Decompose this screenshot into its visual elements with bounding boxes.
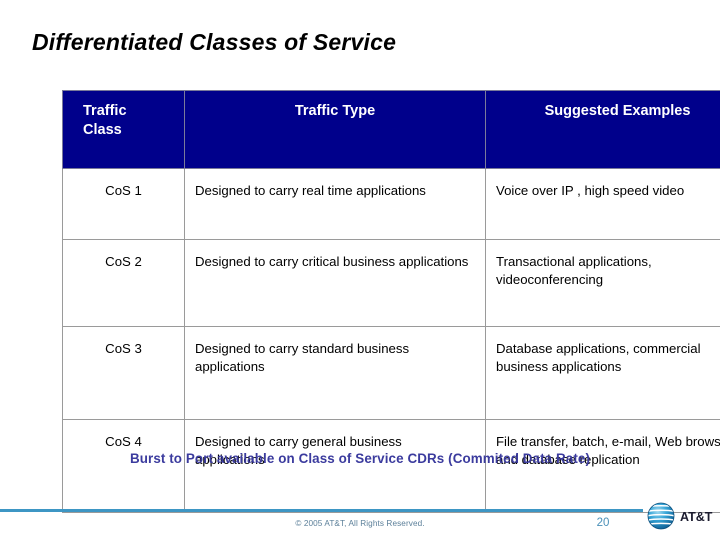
att-globe-icon bbox=[647, 502, 675, 530]
table-row: CoS 4 Designed to carry general business… bbox=[62, 419, 720, 513]
column-header-traffic-class-text: Traffic Class bbox=[73, 102, 174, 140]
cell-traffic-type: Designed to carry general business appli… bbox=[184, 419, 486, 513]
cell-traffic-class: CoS 3 bbox=[62, 326, 185, 420]
column-header-suggested-examples: Suggested Examples bbox=[485, 90, 720, 169]
cell-suggested-examples: Database applications, commercial busine… bbox=[485, 326, 720, 420]
class-of-service-table: Traffic Class Traffic Type Suggested Exa… bbox=[62, 90, 720, 513]
cell-suggested-examples: Transactional applications, videoconfere… bbox=[485, 239, 720, 327]
footer-divider bbox=[0, 509, 643, 512]
page-title: Differentiated Classes of Service bbox=[32, 29, 397, 55]
page-number: 20 bbox=[596, 517, 610, 529]
table-row: CoS 2 Designed to carry critical busines… bbox=[62, 239, 720, 327]
column-header-traffic-type: Traffic Type bbox=[184, 90, 486, 169]
cell-suggested-examples: File transfer, batch, e-mail, Web browsi… bbox=[485, 419, 720, 513]
cell-traffic-class: CoS 2 bbox=[62, 239, 185, 327]
cell-traffic-class: CoS 1 bbox=[62, 168, 185, 240]
table-header: Traffic Class Traffic Type Suggested Exa… bbox=[62, 90, 720, 169]
cell-traffic-class: CoS 4 bbox=[62, 419, 185, 513]
cell-suggested-examples: Voice over IP , high speed video bbox=[485, 168, 720, 240]
table-header-row: Traffic Class Traffic Type Suggested Exa… bbox=[62, 90, 720, 169]
cell-traffic-type: Designed to carry critical business appl… bbox=[184, 239, 486, 327]
column-header-traffic-class-line2: Class bbox=[83, 122, 122, 139]
table-row: CoS 1 Designed to carry real time applic… bbox=[62, 168, 720, 240]
footnote-text: Burst to Port available on Class of Serv… bbox=[129, 451, 591, 466]
column-header-traffic-class: Traffic Class bbox=[62, 90, 185, 169]
cell-traffic-type: Designed to carry standard business appl… bbox=[184, 326, 486, 420]
table-row: CoS 3 Designed to carry standard busines… bbox=[62, 326, 720, 420]
att-wordmark: AT&T bbox=[680, 510, 713, 524]
att-logo: AT&T bbox=[646, 500, 718, 534]
cell-traffic-type: Designed to carry real time applications bbox=[184, 168, 486, 240]
column-header-traffic-class-line1: Traffic bbox=[83, 103, 127, 119]
